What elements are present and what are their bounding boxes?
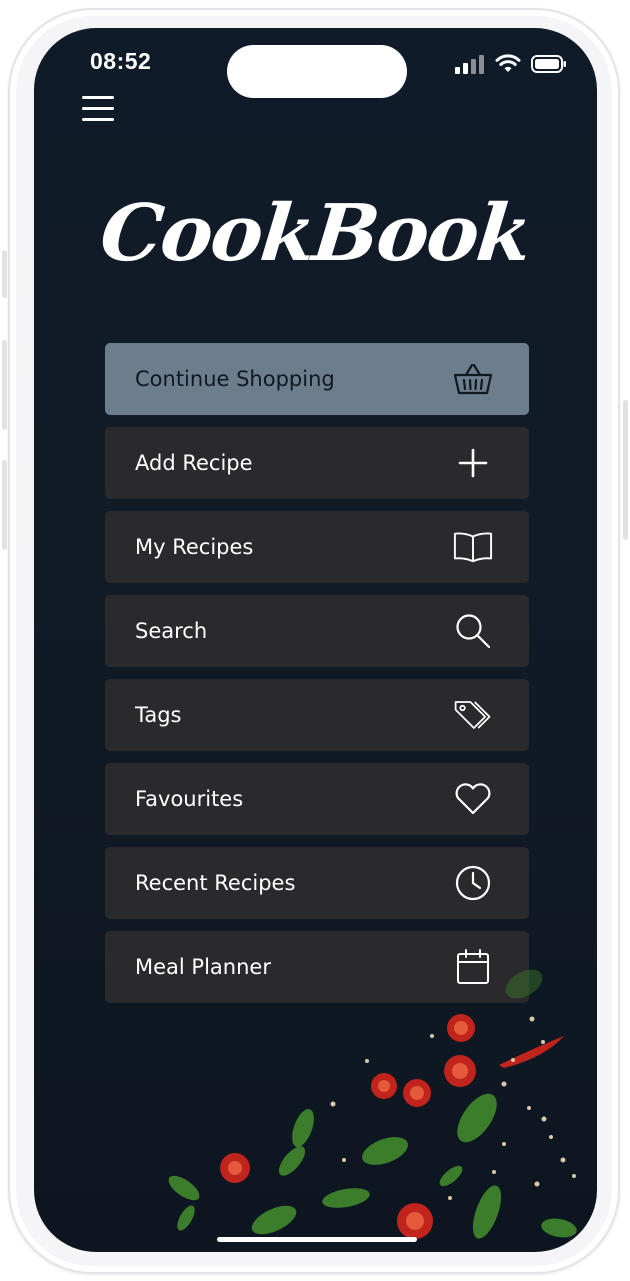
heart-icon — [453, 781, 493, 817]
tags-icon — [453, 697, 493, 733]
status-icons — [455, 54, 567, 74]
phone-action-button — [2, 250, 7, 298]
menu-item-label: Continue Shopping — [135, 367, 335, 391]
plus-icon — [453, 445, 493, 481]
clock-icon — [453, 865, 493, 901]
battery-icon — [531, 55, 566, 73]
menu-item-recent-recipes[interactable]: Recent Recipes — [105, 847, 529, 919]
basil-leaves — [168, 969, 577, 1239]
phone-volume-down-button — [2, 460, 7, 550]
menu-item-continue-shopping[interactable]: Continue Shopping — [105, 343, 529, 415]
menu-item-add-recipe[interactable]: Add Recipe — [105, 427, 529, 499]
food-decoration-image — [168, 969, 577, 1239]
dynamic-island — [227, 45, 407, 98]
search-icon — [453, 613, 493, 649]
menu-item-label: Tags — [135, 703, 182, 727]
app-screen: 08:52 CookBook Continue Shopping Add Rec… — [34, 28, 597, 1252]
menu-item-my-recipes[interactable]: My Recipes — [105, 511, 529, 583]
phone-volume-up-button — [2, 340, 7, 430]
home-indicator[interactable] — [217, 1237, 417, 1242]
menu-item-label: My Recipes — [135, 535, 254, 559]
book-icon — [453, 529, 493, 565]
signal-icon — [455, 55, 484, 74]
menu-item-tags[interactable]: Tags — [105, 679, 529, 751]
phone-power-button — [623, 400, 628, 540]
wifi-icon — [495, 54, 521, 72]
menu-item-label: Search — [135, 619, 208, 643]
menu-hamburger-button[interactable] — [82, 96, 114, 122]
menu-item-label: Favourites — [135, 787, 244, 811]
menu-item-search[interactable]: Search — [105, 595, 529, 667]
menu-item-label: Add Recipe — [135, 451, 253, 475]
status-time: 08:52 — [90, 48, 152, 74]
basket-icon — [453, 361, 493, 397]
menu-item-favourites[interactable]: Favourites — [105, 763, 529, 835]
logo-container: CookBook — [34, 188, 597, 279]
main-menu: Continue Shopping Add Recipe My Recipes — [105, 343, 529, 1015]
chili-slices — [220, 1014, 564, 1239]
menu-item-label: Recent Recipes — [135, 871, 296, 895]
app-logo: CookBook — [96, 188, 535, 279]
